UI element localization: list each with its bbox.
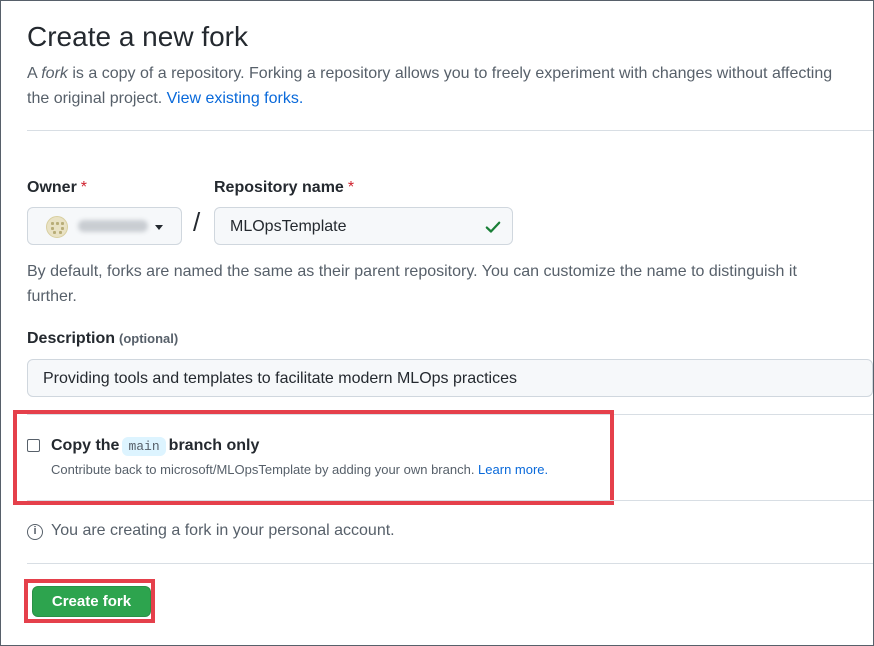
- copy-branch-highlight: [13, 410, 614, 505]
- repo-name-help: By default, forks are named the same as …: [27, 263, 797, 305]
- repository-name-input[interactable]: MLOpsTemplate: [214, 207, 513, 245]
- divider: [27, 563, 873, 564]
- optional-hint: (optional): [119, 331, 179, 346]
- page-title: Create a new fork: [27, 21, 248, 52]
- required-mark: *: [80, 179, 88, 196]
- personal-account-info: You are creating a fork in your personal…: [51, 522, 395, 539]
- check-icon: [485, 221, 501, 233]
- fork-intro: A fork is a copy of a repository. Forkin…: [27, 65, 833, 107]
- copy-main-branch-label[interactable]: Copy the main branch only: [51, 437, 259, 456]
- required-mark: *: [347, 179, 355, 196]
- avatar: [46, 216, 68, 238]
- learn-more-link[interactable]: Learn more.: [478, 462, 548, 477]
- description-input[interactable]: Providing tools and templates to facilit…: [27, 359, 873, 397]
- info-icon: i: [27, 524, 43, 540]
- divider: [27, 130, 873, 131]
- copy-main-branch-checkbox[interactable]: [27, 439, 40, 452]
- description-label: Description (optional): [27, 330, 179, 347]
- repo-name-label: Repository name *: [214, 179, 355, 196]
- description-value: Providing tools and templates to facilit…: [43, 370, 518, 387]
- owner-name-redacted: [78, 220, 148, 232]
- divider: [27, 500, 873, 501]
- create-fork-button[interactable]: Create fork: [32, 586, 151, 617]
- owner-repo-separator: /: [193, 207, 201, 237]
- branch-name-code: main: [122, 437, 166, 456]
- view-existing-forks-link[interactable]: View existing forks.: [167, 90, 304, 107]
- owner-label: Owner *: [27, 179, 88, 196]
- owner-select[interactable]: [27, 207, 182, 245]
- repository-name-value: MLOpsTemplate: [230, 218, 347, 235]
- caret-down-icon: [155, 225, 163, 230]
- copy-branch-note: Contribute back to microsoft/MLOpsTempla…: [51, 462, 549, 477]
- fork-page: Create a new fork A fork is a copy of a …: [0, 0, 874, 646]
